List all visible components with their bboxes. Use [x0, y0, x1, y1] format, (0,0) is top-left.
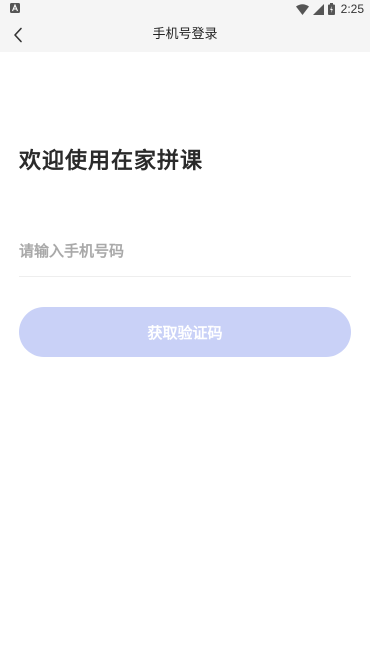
- status-icons: 2:25: [295, 0, 364, 18]
- phone-number-input[interactable]: [19, 232, 351, 270]
- status-time: 2:25: [340, 2, 364, 16]
- status-bar: 2:25: [0, 0, 370, 18]
- get-verification-code-button[interactable]: 获取验证码: [19, 307, 351, 357]
- input-divider: [19, 276, 351, 277]
- login-screen: 2:25 手机号登录 欢迎使用在家拼课 获取验证码: [0, 0, 370, 658]
- welcome-title: 欢迎使用在家拼课: [19, 149, 204, 174]
- wifi-icon: [295, 3, 309, 15]
- signal-icon: [312, 3, 324, 15]
- navigation-bar: 手机号登录: [0, 18, 370, 52]
- page-title: 手机号登录: [152, 27, 218, 42]
- a-notification-icon: [10, 3, 20, 13]
- battery-icon: [327, 3, 335, 15]
